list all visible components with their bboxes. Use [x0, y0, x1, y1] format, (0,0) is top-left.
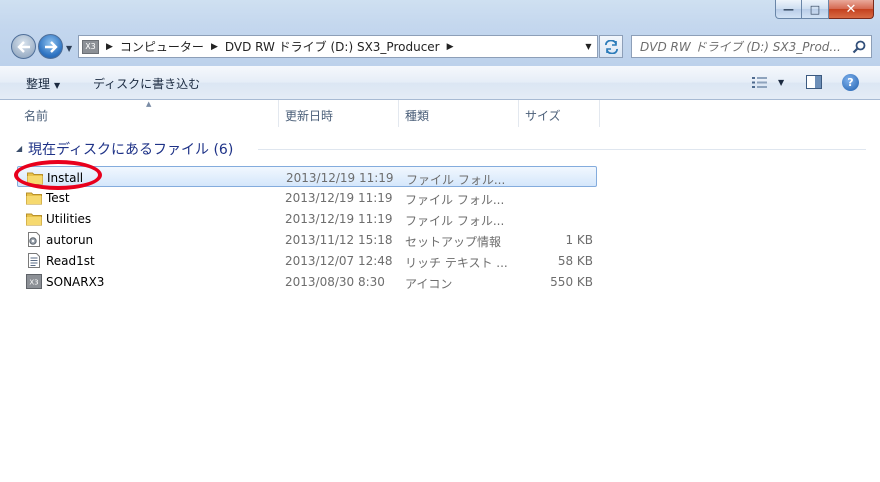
arrow-left-icon	[16, 40, 30, 53]
file-type: セットアップ情報	[405, 235, 502, 249]
group-title: 現在ディスクにあるファイル (6)	[28, 142, 234, 158]
column-header-size[interactable]: サイズ	[519, 100, 600, 127]
column-header-type[interactable]: 種類	[399, 100, 519, 127]
breadcrumb-separator[interactable]: ▶	[211, 42, 218, 52]
file-type: ファイル フォル...	[405, 214, 505, 228]
refresh-button[interactable]	[599, 35, 623, 58]
file-type: ファイル フォル...	[405, 193, 505, 207]
file-name: autorun	[46, 233, 94, 247]
sort-ascending-icon: ▲	[146, 100, 152, 108]
search-box[interactable]	[631, 35, 872, 58]
forward-button[interactable]	[38, 34, 63, 59]
file-size: 1 KB	[565, 233, 593, 247]
search-icon[interactable]	[850, 38, 868, 56]
arrow-right-icon	[44, 40, 58, 53]
file-row-autorun[interactable]: autorun 2013/11/12 15:18 セットアップ情報 1 KB	[17, 229, 597, 250]
organize-button[interactable]: 整理 ▼	[26, 75, 60, 92]
maximize-button[interactable]: □	[802, 0, 829, 19]
file-name: Read1st	[46, 254, 95, 268]
column-header-date[interactable]: 更新日時	[279, 100, 399, 127]
drive-icon: X3	[82, 39, 99, 54]
file-type: アイコン	[405, 277, 453, 291]
file-row-utilities[interactable]: Utilities 2013/12/19 11:19 ファイル フォル...	[17, 208, 597, 229]
navigation-bar: ▼ X3 ▶ コンピューター ▶ DVD RW ドライブ (D:) SX3_Pr…	[0, 26, 880, 66]
address-bar[interactable]: X3 ▶ コンピューター ▶ DVD RW ドライブ (D:) SX3_Prod…	[78, 35, 598, 58]
file-date: 2013/12/19 11:19	[286, 171, 394, 185]
breadcrumb-separator[interactable]: ▶	[106, 42, 113, 52]
address-history-dropdown[interactable]: ▼	[580, 36, 597, 57]
chevron-down-icon[interactable]: ▼	[778, 78, 784, 87]
details-view-icon	[752, 77, 767, 88]
help-icon[interactable]: ?	[842, 74, 859, 91]
folder-icon	[26, 213, 42, 226]
setup-info-icon	[28, 232, 40, 247]
group-divider	[258, 149, 866, 150]
collapse-triangle-icon[interactable]: ◢	[16, 144, 22, 153]
change-view-button[interactable]: ▼	[752, 76, 784, 89]
file-date: 2013/11/12 15:18	[285, 233, 393, 247]
file-size: 550 KB	[550, 275, 593, 289]
minimize-button[interactable]: —	[775, 0, 802, 19]
file-date: 2013/12/19 11:19	[285, 212, 393, 226]
title-bar: — □ ✕	[0, 0, 880, 26]
recent-pages-dropdown[interactable]: ▼	[66, 44, 72, 53]
file-row-sonarx3[interactable]: X3 SONARX3 2013/08/30 8:30 アイコン 550 KB	[17, 271, 597, 292]
file-type: リッチ テキスト ...	[405, 256, 508, 270]
sonar-icon: X3	[26, 274, 42, 289]
highlight-annotation	[14, 160, 102, 190]
window-controls: — □ ✕	[775, 0, 874, 20]
close-button[interactable]: ✕	[829, 0, 874, 19]
refresh-icon	[604, 39, 618, 54]
column-headers: 名前 ▲ 更新日時 種類 サイズ	[0, 100, 880, 127]
file-date: 2013/12/07 12:48	[285, 254, 393, 268]
folder-icon	[26, 192, 42, 205]
search-input[interactable]	[632, 36, 850, 57]
sonar-badge-text: X3	[29, 279, 38, 287]
file-name: Test	[46, 191, 70, 205]
file-row-read1st[interactable]: Read1st 2013/12/07 12:48 リッチ テキスト ... 58…	[17, 250, 597, 271]
organize-label: 整理	[26, 77, 51, 91]
file-name: SONARX3	[46, 275, 105, 289]
breadcrumb-dvd-drive[interactable]: DVD RW ドライブ (D:) SX3_Producer	[225, 38, 440, 55]
back-button[interactable]	[11, 34, 36, 59]
file-type: ファイル フォル...	[406, 173, 506, 187]
group-header[interactable]: ◢ 現在ディスクにあるファイル (6)	[0, 137, 880, 159]
file-name: Utilities	[46, 212, 92, 226]
file-date: 2013/12/19 11:19	[285, 191, 393, 205]
file-size: 58 KB	[557, 254, 593, 268]
file-date: 2013/08/30 8:30	[285, 275, 385, 289]
chevron-down-icon: ▼	[54, 81, 61, 90]
preview-pane-icon[interactable]	[806, 75, 822, 89]
rich-text-icon	[28, 253, 40, 268]
burn-to-disc-button[interactable]: ディスクに書き込む	[93, 75, 200, 92]
file-row-install[interactable]: Install 2013/12/19 11:19 ファイル フォル...	[17, 166, 597, 187]
breadcrumb-separator[interactable]: ▶	[447, 42, 454, 52]
command-bar: 整理 ▼ ディスクに書き込む ▼ ?	[0, 66, 880, 100]
file-row-test[interactable]: Test 2013/12/19 11:19 ファイル フォル...	[17, 187, 597, 208]
breadcrumb-computer[interactable]: コンピューター	[120, 38, 204, 55]
